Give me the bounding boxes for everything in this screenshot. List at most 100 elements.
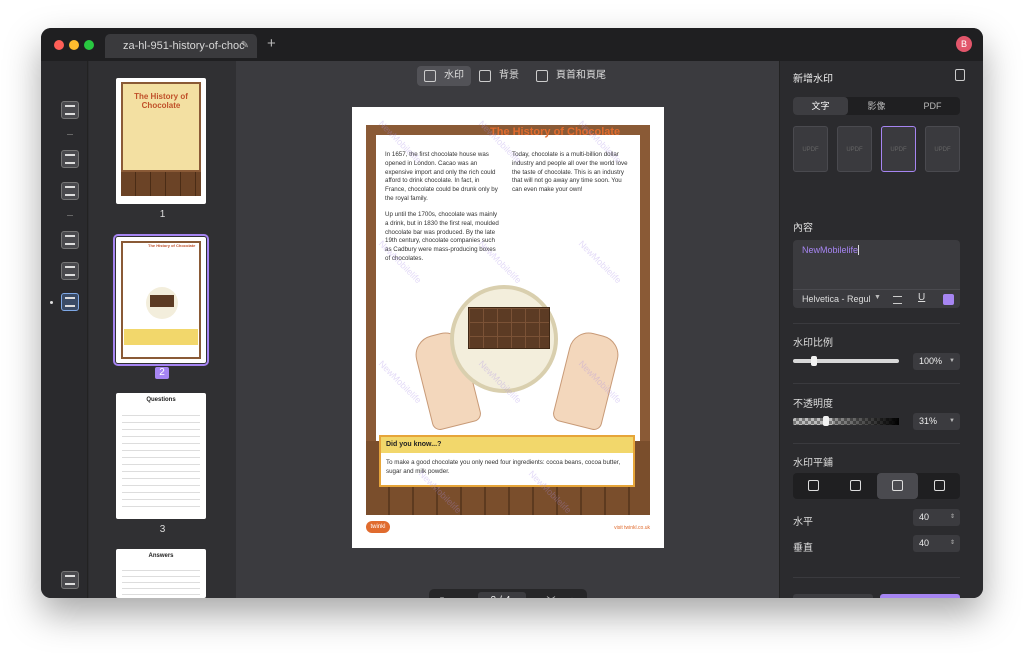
tile-full-option[interactable] [919, 473, 960, 499]
page-thumbnail-1[interactable]: The History of Chocolate [116, 78, 206, 204]
four-tile-icon [850, 480, 861, 491]
left-tool-bar [41, 61, 88, 598]
page-thumbnail-3[interactable]: Questions [116, 393, 206, 519]
scale-value-select[interactable]: 100% ▼ [913, 353, 960, 370]
tile-label: 水印平鋪 [793, 458, 833, 469]
new-tab-button[interactable]: + [267, 35, 276, 52]
opacity-value: 31% [919, 416, 938, 426]
watermark-text-input[interactable]: NewMobilelife Helvetica - Regul ▼ U [793, 240, 960, 308]
did-you-know-box: Did you know...? To make a good chocolat… [379, 435, 635, 487]
previous-page-icon[interactable]: ︿ [456, 589, 468, 598]
watermark-style-presets: UPDF UPDF UPDF UPDF [793, 126, 960, 174]
pencil-icon[interactable]: ✎ [241, 34, 249, 58]
style-preset-2[interactable]: UPDF [837, 126, 872, 172]
last-page-icon[interactable]: ⤓ [566, 589, 578, 598]
vertical-value: 40 [919, 538, 930, 548]
export-icon[interactable] [955, 69, 965, 81]
tile-four-option[interactable] [835, 473, 876, 499]
thumbnail-panel: The History of Chocolate 1 The History o… [89, 61, 236, 598]
style-preset-4[interactable]: UPDF [925, 126, 960, 172]
current-page: 2 [491, 595, 500, 598]
reader-mode-icon[interactable] [61, 101, 79, 119]
document-tab[interactable]: za-hl-951-history-of-choc ✎ [105, 34, 257, 58]
watermark-tab-button[interactable]: 水印 [417, 66, 471, 86]
text-color-swatch[interactable] [943, 294, 954, 305]
chocolate-bar-illustration [468, 307, 550, 349]
thumbnail-title: The History of Chocolate [148, 243, 196, 248]
thumbnail-title: Questions [146, 397, 176, 403]
content-label: 內容 [793, 223, 813, 234]
grid-tile-icon [892, 480, 903, 491]
chevron-down-icon[interactable]: ▼ [874, 294, 881, 301]
tab-pdf[interactable]: PDF [905, 97, 960, 115]
pdf-page: The History of Chocolate In 1657, the fi… [352, 107, 664, 548]
background-tab-button[interactable]: 背景 [472, 66, 526, 86]
scale-slider-handle[interactable] [811, 356, 818, 366]
horizontal-label: 水平 [793, 517, 813, 528]
tile-grid-option[interactable] [877, 473, 918, 499]
header-footer-tab-label: 頁首和頁尾 [556, 70, 606, 81]
document-tab-title: za-hl-951-history-of-choc [123, 40, 245, 52]
stepper-icon[interactable]: ⇕ [950, 535, 955, 552]
thumbnail-title: The History of Chocolate [134, 92, 188, 110]
active-indicator [50, 301, 53, 304]
chevron-down-icon: ▼ [949, 418, 955, 424]
header-footer-tab-button[interactable]: 頁首和頁尾 [529, 66, 613, 86]
background-tab-label: 背景 [499, 70, 519, 81]
cancel-button[interactable]: 取消 [793, 594, 873, 598]
chevron-down-icon: ▼ [949, 358, 955, 364]
watermark-tab-label: 水印 [444, 70, 464, 81]
zoom-window-button[interactable] [84, 40, 94, 50]
divider [793, 323, 960, 324]
divider [793, 443, 960, 444]
crop-pages-icon[interactable] [61, 262, 79, 280]
twinkl-logo: twinkl [366, 521, 390, 533]
opacity-slider-handle[interactable] [822, 416, 829, 426]
tile-single-option[interactable] [793, 473, 834, 499]
watermark-tool-icon[interactable] [61, 293, 79, 311]
header-footer-icon [536, 70, 548, 82]
scale-label: 水印比例 [793, 338, 833, 349]
full-tile-icon [934, 480, 945, 491]
text-align-icon[interactable] [893, 296, 902, 304]
divider [67, 134, 73, 135]
next-page-icon[interactable]: ﹀ [545, 589, 557, 598]
page-thumbnail-4[interactable]: Answers [116, 549, 206, 598]
save-button[interactable]: 儲存 [880, 594, 960, 598]
divider [793, 577, 960, 578]
minimize-window-button[interactable] [69, 40, 79, 50]
opacity-slider[interactable] [793, 418, 899, 425]
page-thumbnail-2[interactable]: The History of Chocolate [113, 234, 209, 366]
font-family-select[interactable]: Helvetica - Regul [802, 294, 871, 304]
user-avatar[interactable]: B [956, 36, 972, 52]
style-preset-3[interactable]: UPDF [881, 126, 916, 172]
divider [67, 215, 73, 216]
page-number-field[interactable]: 2/4 [478, 592, 526, 598]
tab-image[interactable]: 影像 [849, 97, 904, 115]
organize-pages-icon[interactable] [61, 231, 79, 249]
did-you-know-title: Did you know...? [381, 437, 633, 453]
stepper-icon[interactable]: ⇕ [950, 509, 955, 526]
comment-icon[interactable] [61, 150, 79, 168]
page-number-2: 2 [155, 367, 169, 379]
first-page-icon[interactable]: ⤒ [436, 589, 448, 598]
vertical-spacing-input[interactable]: 40 ⇕ [913, 535, 960, 552]
edit-pdf-icon[interactable] [61, 182, 79, 200]
background-icon [479, 70, 491, 82]
underline-button[interactable]: U [918, 292, 925, 303]
horizontal-spacing-input[interactable]: 40 ⇕ [913, 509, 960, 526]
close-window-button[interactable] [54, 40, 64, 50]
page-number-3: 3 [159, 524, 166, 535]
single-tile-icon [808, 480, 819, 491]
style-preset-1[interactable]: UPDF [793, 126, 828, 172]
vertical-label: 垂直 [793, 543, 813, 554]
watermark-type-tabs: 文字 影像 PDF [793, 97, 960, 115]
footer-url: visit twinkl.co.uk [614, 525, 650, 531]
text-caret [858, 245, 860, 255]
layers-icon[interactable] [61, 571, 79, 589]
tab-text[interactable]: 文字 [793, 97, 848, 115]
tile-options [793, 473, 960, 499]
paragraph: In 1657, the first chocolate house was o… [385, 151, 498, 202]
opacity-value-select[interactable]: 31% ▼ [913, 413, 960, 430]
scale-slider[interactable] [793, 359, 899, 363]
